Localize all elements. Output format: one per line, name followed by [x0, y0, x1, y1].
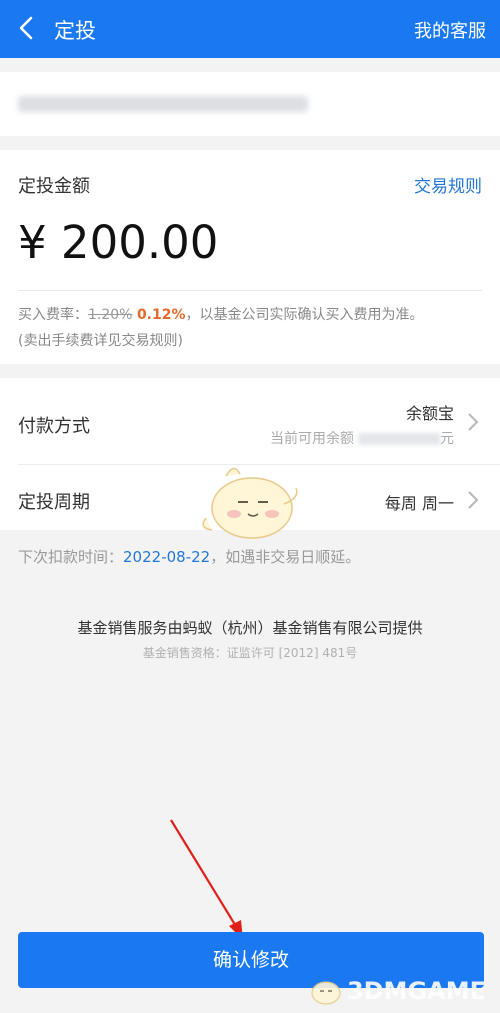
- chevron-right-icon: [468, 491, 479, 509]
- discount-fee-rate: 0.12%: [136, 307, 186, 323]
- sell-fee-note: (卖出手续费详见交易规则): [18, 333, 183, 349]
- license-text: 基金销售资格：证监许可 [2012] 481号: [142, 646, 358, 660]
- watermark-text: 3DMGAME: [346, 977, 486, 1005]
- mascot-watermark-icon: [202, 467, 298, 539]
- customer-service-link[interactable]: 我的客服: [414, 17, 486, 43]
- site-watermark: 3DMGAME: [309, 973, 486, 1009]
- blurred-balance: [358, 433, 440, 445]
- balance-prefix: 当前可用余额: [270, 431, 354, 447]
- top-nav-bar: 定投 我的客服: [0, 0, 500, 58]
- invest-cycle-value: 每周 周一: [384, 494, 454, 513]
- payment-method-label: 付款方式: [18, 416, 90, 437]
- provider-text: 基金销售服务由蚂蚁（杭州）基金销售有限公司提供: [77, 619, 423, 637]
- annotation-arrow-icon: [170, 819, 243, 940]
- next-deduction-info: 下次扣款时间：2022-08-22，如遇非交易日顺延。: [18, 546, 360, 567]
- blurred-fund-name: [18, 96, 308, 112]
- next-deduction-suffix: ，如遇非交易日顺延。: [210, 548, 361, 566]
- next-deduction-date: 2022-08-22: [123, 548, 211, 566]
- back-button[interactable]: [10, 10, 46, 46]
- invest-cycle-label: 定投周期: [18, 492, 90, 513]
- divider: [18, 290, 482, 291]
- next-deduction-prefix: 下次扣款时间：: [18, 548, 124, 566]
- page-title: 定投: [54, 19, 96, 43]
- chevron-left-icon: [19, 16, 33, 40]
- original-fee-rate: 1.20%: [88, 307, 133, 323]
- fund-name-card[interactable]: [0, 72, 500, 136]
- available-balance: 当前可用余额 元: [270, 428, 454, 448]
- fee-rate-line: 买入费率：1.20% 0.12%，以基金公司实际确认买入费用为准。: [18, 304, 424, 324]
- watermark-logo-icon: [311, 981, 341, 1005]
- amount-value[interactable]: ¥ 200.00: [18, 216, 218, 269]
- chevron-right-icon: [468, 413, 479, 431]
- fee-suffix: ，以基金公司实际确认买入费用为准。: [185, 307, 424, 323]
- fee-prefix: 买入费率：: [18, 307, 88, 323]
- amount-card: 定投金额 交易规则 ¥ 200.00 买入费率：1.20% 0.12%，以基金公…: [0, 150, 500, 364]
- trade-rules-link[interactable]: 交易规则: [414, 172, 482, 197]
- amount-label: 定投金额: [18, 176, 90, 197]
- payment-method-value: 余额宝: [405, 404, 454, 423]
- balance-suffix: 元: [440, 431, 454, 447]
